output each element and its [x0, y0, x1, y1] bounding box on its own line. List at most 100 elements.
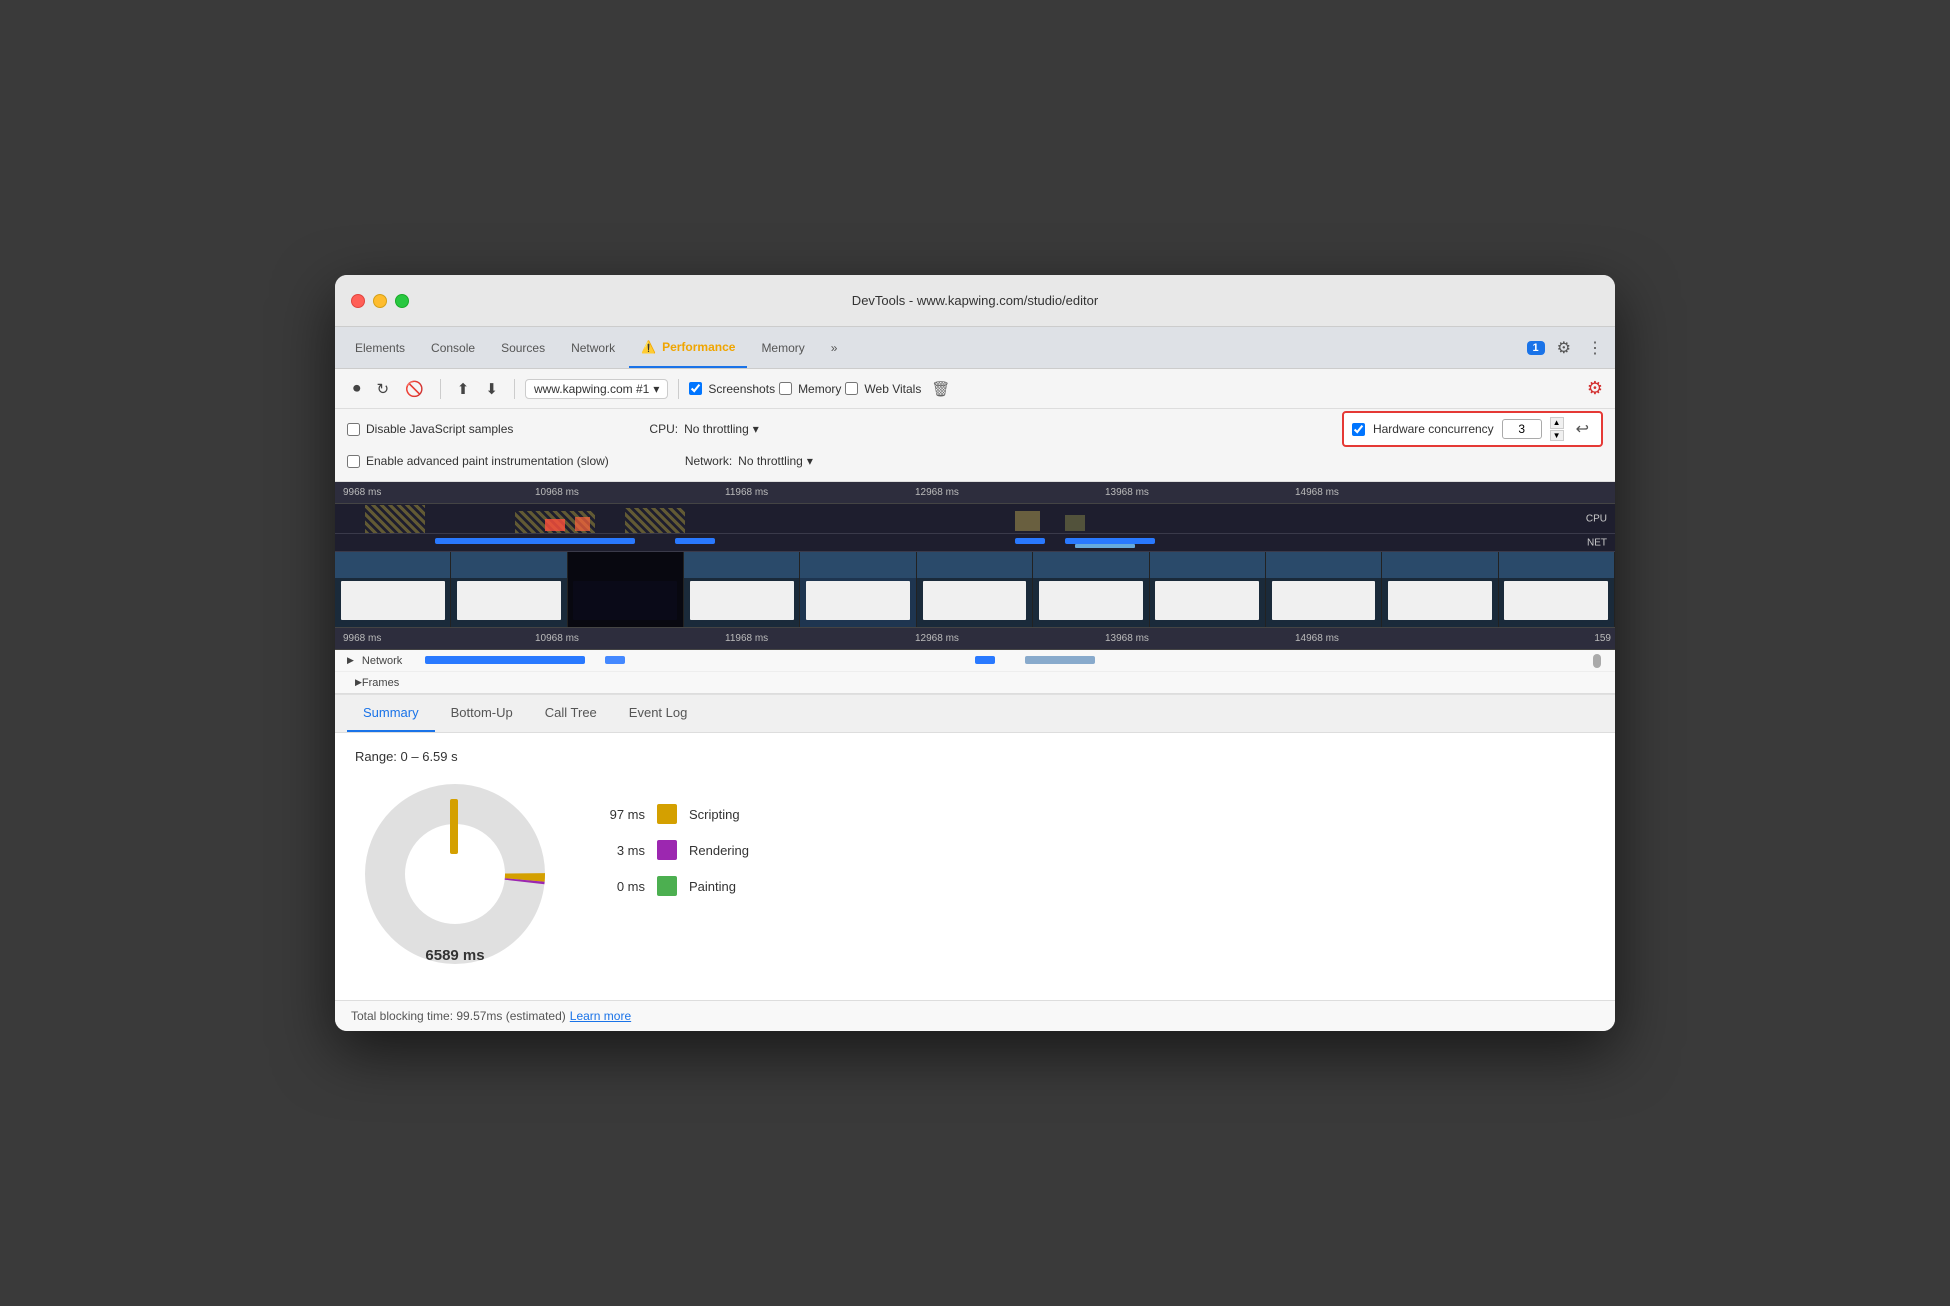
time-marker-1: 10968 ms — [535, 487, 579, 498]
screenshot-5 — [800, 552, 916, 627]
hw-concurrency-input[interactable]: 3 — [1502, 419, 1542, 439]
advanced-paint-checkbox-group[interactable]: Enable advanced paint instrumentation (s… — [347, 454, 609, 468]
learn-more-link[interactable]: Learn more — [570, 1009, 631, 1023]
bottom-tabs: Summary Bottom-Up Call Tree Event Log — [335, 695, 1615, 733]
bottom-time-marker-3: 12968 ms — [915, 633, 959, 644]
hw-increment-button[interactable]: ▲ — [1550, 417, 1564, 429]
screenshot-3 — [568, 552, 684, 627]
screenshot-1 — [335, 552, 451, 627]
hw-decrement-button[interactable]: ▼ — [1550, 430, 1564, 442]
frames-expand-arrow[interactable]: ▶ — [355, 677, 362, 688]
pie-scripting-bar — [450, 799, 458, 854]
advanced-paint-checkbox[interactable] — [347, 455, 360, 468]
scripting-value: 97 ms — [595, 807, 645, 822]
upload-icon: ⬆ — [457, 380, 470, 398]
warning-icon: ⚠️ — [641, 340, 656, 354]
window-title: DevTools - www.kapwing.com/studio/editor — [852, 293, 1098, 308]
hw-concurrency-checkbox[interactable] — [1352, 423, 1365, 436]
tab-performance[interactable]: ⚠️ Performance — [629, 327, 747, 368]
disable-js-checkbox[interactable] — [347, 423, 360, 436]
screenshot-8 — [1150, 552, 1266, 627]
tab-summary[interactable]: Summary — [347, 695, 435, 732]
traffic-lights — [351, 294, 409, 308]
tab-elements-label: Elements — [355, 341, 405, 355]
cpu-throttle-selector[interactable]: No throttling ▾ — [684, 422, 759, 436]
time-marker-0: 9968 ms — [343, 487, 381, 498]
summary-panel: Range: 0 – 6.59 s 6589 ms 97 m — [335, 733, 1615, 1000]
record-icon: ⏺ — [353, 380, 361, 397]
scripting-name: Scripting — [689, 807, 740, 822]
options-row-2: Enable advanced paint instrumentation (s… — [347, 447, 1603, 475]
network-throttle-arrow: ▾ — [807, 454, 813, 468]
network-throttle-value: No throttling — [738, 454, 803, 468]
screenshots-checkbox-group[interactable]: Screenshots — [689, 382, 775, 396]
timeline-bottom-labels: 9968 ms 10968 ms 11968 ms 12968 ms 13968… — [335, 628, 1615, 650]
record-button[interactable]: ⏺ — [347, 376, 367, 401]
tab-elements[interactable]: Elements — [343, 327, 417, 368]
status-bar: Total blocking time: 99.57ms (estimated)… — [335, 1000, 1615, 1031]
tab-network[interactable]: Network — [559, 327, 627, 368]
reload-record-button[interactable]: ↻ — [371, 376, 396, 402]
options-row-1: Disable JavaScript samples CPU: No throt… — [347, 415, 1603, 443]
screenshots-label: Screenshots — [708, 382, 775, 396]
bottom-time-marker-5: 14968 ms — [1295, 633, 1339, 644]
tab-bottom-up[interactable]: Bottom-Up — [435, 695, 529, 732]
clear-button[interactable]: 🚫 — [399, 376, 430, 402]
tab-call-tree[interactable]: Call Tree — [529, 695, 613, 732]
net-bar-1 — [435, 538, 635, 544]
network-label: Network: — [685, 454, 732, 468]
upload-button[interactable]: ⬆ — [451, 376, 476, 402]
more-options-button[interactable]: ⋮ — [1583, 334, 1607, 362]
cpu-throttle-arrow: ▾ — [753, 422, 759, 436]
delete-recording-button[interactable]: 🗑 — [925, 376, 956, 402]
reload-icon: ↻ — [377, 380, 390, 398]
cpu-bar-3 — [625, 508, 685, 533]
tab-memory[interactable]: Memory — [749, 327, 816, 368]
reset-icon: ↩ — [1576, 421, 1589, 438]
disable-js-checkbox-group[interactable]: Disable JavaScript samples — [347, 422, 513, 436]
screenshot-9 — [1266, 552, 1382, 627]
timeline-container: 9968 ms 10968 ms 11968 ms 12968 ms 13968… — [335, 482, 1615, 650]
memory-checkbox-group[interactable]: Memory — [779, 382, 841, 396]
minimize-button[interactable] — [373, 294, 387, 308]
tab-sources-label: Sources — [501, 341, 545, 355]
tab-event-log[interactable]: Event Log — [613, 695, 704, 732]
cpu-throttle-value: No throttling — [684, 422, 749, 436]
screenshots-checkbox[interactable] — [689, 382, 702, 395]
network-throttle-selector[interactable]: No throttling ▾ — [738, 454, 813, 468]
tab-sources[interactable]: Sources — [489, 327, 557, 368]
more-tabs-icon: » — [831, 341, 838, 355]
notification-badge: 1 — [1527, 341, 1545, 355]
tab-console[interactable]: Console — [419, 327, 487, 368]
cpu-bar-red-1 — [545, 519, 565, 531]
painting-value: 0 ms — [595, 879, 645, 894]
hw-reset-button[interactable]: ↩ — [1572, 419, 1593, 439]
devtools-window: DevTools - www.kapwing.com/studio/editor… — [335, 275, 1615, 1031]
web-vitals-checkbox-group[interactable]: Web Vitals — [845, 382, 921, 396]
summary-content: 6589 ms 97 ms Scripting 3 ms Rendering 0… — [355, 784, 1595, 984]
network-track-bar-1 — [425, 656, 585, 664]
screenshot-2 — [451, 552, 567, 627]
time-marker-3: 12968 ms — [915, 487, 959, 498]
bottom-time-marker-2: 11968 ms — [725, 633, 768, 644]
settings-button[interactable]: ⚙ — [1553, 334, 1575, 362]
network-expand-arrow[interactable]: ▶ — [347, 655, 354, 666]
network-track-bar-4 — [1025, 656, 1095, 664]
tab-more[interactable]: » — [819, 327, 850, 368]
download-button[interactable]: ⬇ — [479, 376, 504, 402]
rendering-name: Rendering — [689, 843, 749, 858]
network-track-row: ▶ Network — [335, 650, 1615, 672]
legend-rendering: 3 ms Rendering — [595, 840, 749, 860]
screenshot-10 — [1382, 552, 1498, 627]
disable-js-label: Disable JavaScript samples — [366, 422, 513, 436]
tab-event-log-label: Event Log — [629, 705, 688, 720]
cpu-bar-5 — [1065, 515, 1085, 531]
rendering-value: 3 ms — [595, 843, 645, 858]
target-selector[interactable]: www.kapwing.com #1 ▾ — [525, 379, 668, 399]
toolbar-right: ⚙ — [1587, 378, 1603, 399]
maximize-button[interactable] — [395, 294, 409, 308]
net-track-label: NET — [1587, 537, 1607, 548]
web-vitals-checkbox[interactable] — [845, 382, 858, 395]
close-button[interactable] — [351, 294, 365, 308]
memory-checkbox[interactable] — [779, 382, 792, 395]
